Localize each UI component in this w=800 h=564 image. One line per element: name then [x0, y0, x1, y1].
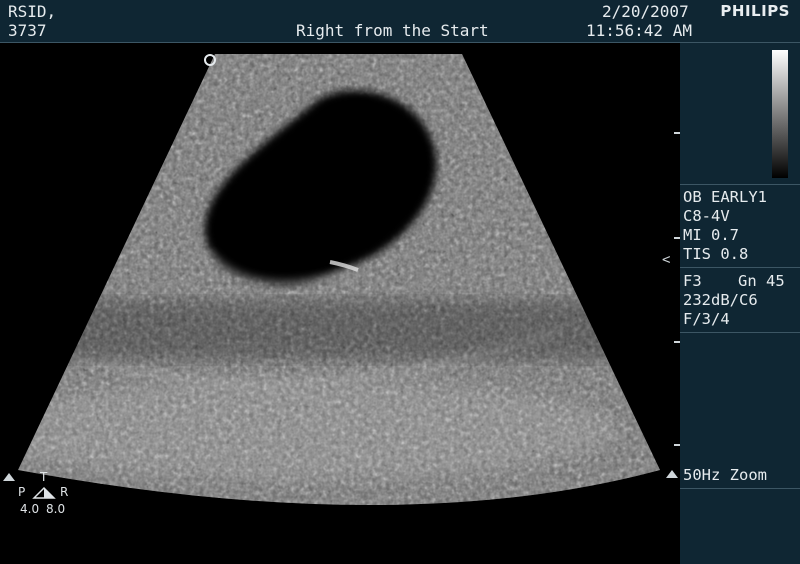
depth-tick — [674, 341, 680, 343]
p-label: P — [18, 485, 26, 499]
panel-divider — [680, 184, 800, 185]
dynamic-range-label: 232dB/C6 — [683, 291, 758, 309]
mi-label: MI 0.7 — [683, 226, 739, 244]
persistence-label: F/3/4 — [683, 310, 730, 328]
r-label: R — [60, 485, 69, 499]
transducer-label: C8-4V — [683, 207, 730, 225]
tis-label: TIS 0.8 — [683, 245, 749, 263]
frequency-label: F3 — [683, 272, 702, 290]
brand-logo: PHILIPS — [720, 2, 790, 20]
grayscale-bar — [772, 50, 788, 178]
ultrasound-image — [18, 54, 660, 505]
depth-left: 4.0 — [20, 502, 40, 516]
probe-orientation-marker — [204, 54, 216, 66]
depth-right: 8.0 — [46, 502, 66, 516]
t-label: T — [40, 470, 48, 484]
depth-tick — [674, 444, 680, 446]
depth-tick — [674, 237, 680, 239]
preset-label: OB EARLY1 — [683, 188, 767, 206]
focus-marker-icon: < — [662, 252, 671, 268]
panel-divider — [680, 267, 800, 268]
orientation-triangle-icon — [3, 473, 15, 481]
frame-rate-zoom: 50Hz Zoom — [683, 466, 767, 484]
panel-divider — [680, 488, 800, 489]
depth-tick — [674, 132, 680, 134]
orientation-glyph-icon — [32, 486, 56, 499]
panel-divider — [680, 332, 800, 333]
gain-label: Gn 45 — [738, 272, 785, 290]
zoom-triangle-icon — [666, 470, 678, 478]
